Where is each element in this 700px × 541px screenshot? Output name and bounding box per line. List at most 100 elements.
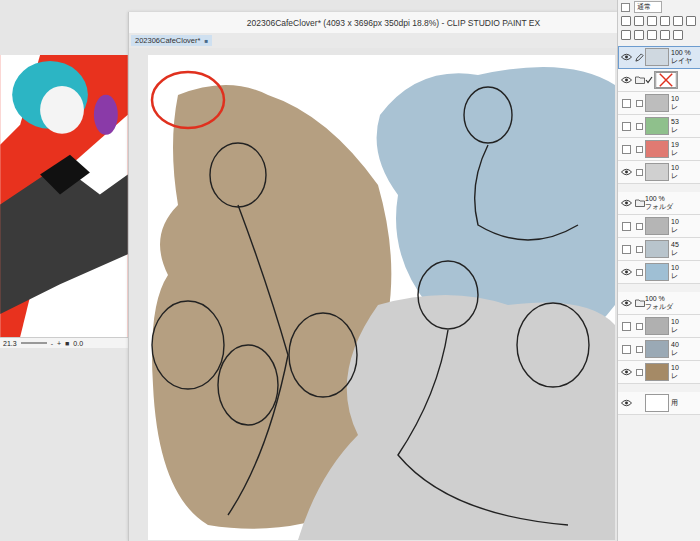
layer-row[interactable]: 10レ	[618, 315, 700, 338]
tool-icon[interactable]	[660, 30, 670, 40]
layer-name: フォルダ	[645, 303, 673, 311]
layer-row[interactable]: 100 %レイヤ	[618, 46, 700, 69]
visibility-toggle[interactable]	[618, 345, 634, 354]
visibility-toggle[interactable]	[618, 399, 634, 407]
canvas-window[interactable]: 202306CafeClover* (4093 x 3696px 350dpi …	[128, 12, 618, 541]
layer-info: 45レ	[671, 241, 679, 257]
visibility-toggle[interactable]	[618, 99, 634, 108]
visibility-toggle[interactable]	[618, 268, 634, 276]
zoom-value[interactable]: 21.3	[3, 340, 17, 347]
tool-icon[interactable]	[621, 30, 631, 40]
mark-cell	[634, 269, 645, 276]
eye-icon	[621, 53, 632, 61]
clip-box-icon	[636, 323, 643, 330]
tab-close-button[interactable]: ■	[204, 38, 208, 44]
zoom-slider[interactable]	[21, 342, 47, 344]
layer-info: 10レ	[671, 264, 679, 280]
tool-icon[interactable]	[673, 16, 683, 26]
layer-row[interactable]: 10レ	[618, 361, 700, 384]
hidden-box-icon	[622, 245, 631, 254]
tool-icon[interactable]	[647, 30, 657, 40]
layer-thumbnail	[645, 340, 669, 358]
lock-checkbox[interactable]	[621, 3, 630, 12]
visibility-toggle[interactable]	[618, 76, 634, 84]
layer-opacity: 100 %	[671, 49, 692, 57]
tool-icon[interactable]	[634, 30, 644, 40]
layer-thumbnail	[645, 48, 669, 66]
layer-list: 100 %レイヤ10レ53レ19レ10レ100 %フォルダ10レ45レ10レ10…	[618, 46, 700, 415]
zoom-out-button[interactable]: -	[51, 340, 53, 347]
hidden-box-icon	[622, 222, 631, 231]
hidden-box-icon	[622, 122, 631, 131]
layer-thumbnail	[645, 240, 669, 258]
layer-row[interactable]	[618, 69, 700, 92]
layer-thumbnail	[645, 117, 669, 135]
mark-cell	[634, 323, 645, 330]
mark-cell	[634, 100, 645, 107]
blend-mode-dropdown[interactable]: 通常	[634, 1, 662, 13]
tool-icon[interactable]	[660, 16, 670, 26]
tool-icon[interactable]	[686, 16, 696, 26]
zoom-in-button[interactable]: +	[57, 340, 61, 347]
fit-button[interactable]: ■	[65, 340, 69, 347]
layer-row[interactable]: 19レ	[618, 138, 700, 161]
layer-opacity: 10	[671, 164, 679, 172]
eye-icon	[621, 368, 632, 376]
clip-box-icon	[636, 100, 643, 107]
clip-box-icon	[636, 269, 643, 276]
canvas-artwork[interactable]	[148, 55, 615, 540]
visibility-toggle[interactable]	[618, 122, 634, 131]
layer-name: レ	[671, 103, 679, 111]
layer-info: 10レ	[671, 95, 679, 111]
reference-artwork	[0, 55, 128, 337]
tool-icon[interactable]	[634, 16, 644, 26]
layer-thumbnail	[645, 94, 669, 112]
layer-thumbnail	[645, 217, 669, 235]
visibility-toggle[interactable]	[618, 299, 634, 307]
rotation-value[interactable]: 0.0	[73, 340, 83, 347]
visibility-toggle[interactable]	[618, 368, 634, 376]
tool-icon[interactable]	[673, 30, 683, 40]
tool-icon[interactable]	[621, 16, 631, 26]
layer-name: 用	[671, 399, 678, 407]
layer-row[interactable]: 40レ	[618, 338, 700, 361]
clip-box-icon	[636, 123, 643, 130]
layer-opacity: 45	[671, 241, 679, 249]
eye-icon	[621, 168, 632, 176]
layer-row[interactable]: 45レ	[618, 238, 700, 261]
layer-row[interactable]: 100 %フォルダ	[618, 192, 700, 215]
tool-icon[interactable]	[647, 16, 657, 26]
layer-name: フォルダ	[645, 203, 673, 211]
tab-label: 202306CafeClover*	[135, 36, 200, 45]
layer-row[interactable]: 53レ	[618, 115, 700, 138]
clip-box-icon	[636, 223, 643, 230]
layer-row[interactable]: 10レ	[618, 261, 700, 284]
layer-row[interactable]: 10レ	[618, 92, 700, 115]
visibility-toggle[interactable]	[618, 145, 634, 154]
mark-cell	[634, 346, 645, 353]
visibility-toggle[interactable]	[618, 222, 634, 231]
visibility-toggle[interactable]	[618, 53, 634, 61]
layer-toolbar-2	[618, 28, 700, 42]
visibility-toggle[interactable]	[618, 245, 634, 254]
layer-row[interactable]: 用	[618, 392, 700, 415]
layer-row[interactable]: 100 %フォルダ	[618, 292, 700, 315]
layer-row[interactable]: 10レ	[618, 161, 700, 184]
layer-info: 19レ	[671, 141, 679, 157]
layer-name: レ	[671, 326, 679, 334]
document-tab[interactable]: 202306CafeClover* ■	[131, 35, 212, 46]
eye-icon	[621, 268, 632, 276]
layer-opacity: 40	[671, 341, 679, 349]
layer-row[interactable]: 10レ	[618, 215, 700, 238]
visibility-toggle[interactable]	[618, 322, 634, 331]
layer-opacity: 10	[671, 318, 679, 326]
layer-info: 100 %フォルダ	[645, 195, 673, 211]
clip-box-icon	[636, 246, 643, 253]
visibility-toggle[interactable]	[618, 168, 634, 176]
layer-name: レ	[671, 149, 679, 157]
visibility-toggle[interactable]	[618, 199, 634, 207]
layer-name: レ	[671, 272, 679, 280]
layer-opacity: 100 %	[645, 295, 673, 303]
hidden-box-icon	[622, 322, 631, 331]
reference-window[interactable]: 21.3 -+ ■ 0.0	[0, 55, 129, 348]
